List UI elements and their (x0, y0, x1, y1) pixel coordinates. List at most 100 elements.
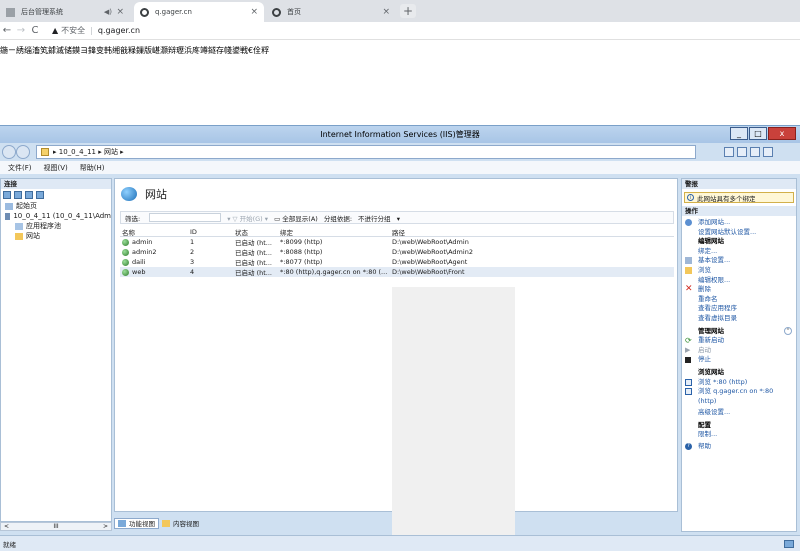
address-bar[interactable]: ▲ 不安全 | q.gager.cn (52, 25, 140, 36)
stop-icon[interactable] (737, 147, 747, 157)
site-path: D:\web\WebRoot\Front (392, 268, 465, 276)
browser-tab-bar: 后台管理系统 ◀) × q.gager.cn × 首页 × + (0, 0, 800, 22)
reload-icon[interactable]: C (28, 25, 42, 36)
table-row[interactable]: admin2 2 已启动 (ht... *:8088 (http) D:\web… (120, 247, 674, 257)
new-tab-button[interactable]: + (400, 4, 416, 18)
forward-button[interactable] (16, 145, 30, 159)
table-row[interactable]: admin 1 已启动 (ht... *:8099 (http) D:\web\… (120, 237, 674, 247)
site-name: admin2 (132, 248, 157, 256)
tree-item-server[interactable]: 10_0_4_11 (10_0_4_11\Adm (5, 211, 111, 221)
restart-icon: ⟳ (685, 336, 692, 346)
iis-window: Internet Information Services (IIS)管理器 _… (0, 125, 800, 551)
home-icon[interactable] (750, 147, 760, 157)
scroll-left-icon[interactable]: < (4, 523, 9, 530)
action-stop[interactable]: 停止 (682, 355, 796, 365)
action-explore[interactable]: 浏览 (682, 266, 796, 276)
tab-content-view[interactable]: 内容视图 (159, 518, 202, 529)
connections-pane: 连接 起始页 10_0_4_11 (10_0_4_11\Adm 应用程序池 网站 (0, 178, 112, 522)
action-limits[interactable]: 限制... (682, 430, 796, 440)
col-path[interactable]: 路径 (392, 227, 512, 237)
site-name: web (132, 268, 146, 276)
col-name[interactable]: 名称 (120, 227, 190, 237)
settings-icon (685, 257, 692, 265)
minimize-button[interactable]: _ (730, 127, 748, 140)
start-filter-button[interactable]: ▾ ▽ 开始(G) ▾ (227, 213, 268, 223)
scroll-thumb[interactable]: III (53, 523, 58, 530)
speaker-icon[interactable]: ◀) (104, 8, 112, 16)
col-binding[interactable]: 绑定 (280, 227, 392, 237)
close-icon[interactable]: × (250, 7, 258, 17)
site-binding: *:8099 (http) (280, 238, 323, 246)
site-globe-icon (122, 268, 129, 276)
up-icon[interactable] (25, 191, 33, 199)
manage-site-header: 管理网站 ⌃ (698, 326, 792, 335)
tree-item-start-page[interactable]: 起始页 (5, 201, 111, 211)
site-status: 已启动 (ht... (235, 239, 272, 247)
breadcrumb[interactable]: ▸ 10_0_4_11 ▸ 网站 ▸ (36, 145, 696, 159)
action-add-site[interactable]: 添加网站... (682, 218, 796, 228)
breadcrumb-sites[interactable]: 网站 (104, 147, 118, 157)
action-rename[interactable]: 重命名 (682, 295, 796, 305)
browse-icon (685, 388, 692, 396)
site-name: admin (132, 238, 153, 246)
site-binding: *:8077 (http) (280, 258, 323, 266)
tree-item-sites[interactable]: 网站 (5, 231, 111, 241)
disconnect-icon[interactable] (36, 191, 44, 199)
action-site-defaults[interactable]: 设置网站默认设置... (682, 228, 796, 238)
add-site-icon (685, 219, 692, 226)
filter-input[interactable] (149, 213, 222, 222)
menu-file[interactable]: 文件(F) (8, 163, 32, 173)
action-edit-permissions[interactable]: 编辑权限... (682, 276, 796, 286)
action-basic-settings[interactable]: 基本设置... (682, 256, 796, 266)
browser-tab-home[interactable]: 首页 × (266, 2, 396, 22)
table-row[interactable]: daili 3 已启动 (ht... *:8077 (http) D:\web\… (120, 257, 674, 267)
tab-features-view[interactable]: 功能视图 (114, 517, 159, 529)
breadcrumb-server[interactable]: 10_0_4_11 (59, 148, 96, 156)
action-help[interactable]: ? 帮助 (682, 442, 796, 452)
site-id: 2 (190, 248, 195, 256)
menu-help[interactable]: 帮助(H) (80, 163, 105, 173)
forward-icon[interactable]: → (14, 25, 28, 36)
action-browse-gager-proto[interactable]: (http) (682, 397, 796, 407)
tree-item-app-pools[interactable]: 应用程序池 (5, 221, 111, 231)
table-header: 名称 ID 状态 绑定 路径 (120, 227, 674, 237)
close-icon[interactable]: × (382, 7, 390, 17)
action-bindings[interactable]: 绑定... (682, 247, 796, 257)
maximize-button[interactable]: □ (749, 127, 767, 140)
tree-label: 应用程序池 (26, 222, 61, 230)
action-browse-80[interactable]: 浏览 *:80 (http) (682, 378, 796, 388)
show-all-button[interactable]: ▭ 全部显示(A) (274, 213, 318, 223)
refresh-icon[interactable] (724, 147, 734, 157)
back-button[interactable] (2, 145, 16, 159)
tab-title: 后台管理系统 (21, 8, 63, 16)
action-browse-gager[interactable]: 浏览 q.gager.cn on *:80 (682, 387, 796, 397)
tab-label: 功能视图 (129, 520, 155, 528)
close-button[interactable]: x (768, 127, 796, 140)
action-advanced-settings[interactable]: 高级设置... (682, 408, 796, 418)
scroll-right-icon[interactable]: > (103, 523, 108, 530)
connect-icon[interactable] (3, 191, 11, 199)
horizontal-scrollbar[interactable]: < III > (0, 522, 112, 531)
help-icon[interactable] (763, 147, 773, 157)
filter-label: 筛选: (125, 214, 141, 223)
save-icon[interactable] (14, 191, 22, 199)
menu-view[interactable]: 视图(V) (44, 163, 68, 173)
browser-tab-gager[interactable]: q.gager.cn × (134, 2, 264, 22)
group-by-label: 分组依据: (323, 214, 353, 223)
col-status[interactable]: 状态 (235, 227, 280, 237)
table-row[interactable]: web 4 已启动 (ht... *:80 (http),q.gager.cn … (120, 267, 674, 277)
col-id[interactable]: ID (190, 228, 235, 236)
action-view-vdirs[interactable]: 查看虚拟目录 (682, 314, 796, 324)
group-by-select[interactable]: 不进行分组 ▾ (358, 213, 400, 223)
action-view-apps[interactable]: 查看应用程序 (682, 304, 796, 314)
collapse-icon[interactable]: ⌃ (784, 326, 792, 335)
action-restart[interactable]: ⟳ 重新启动 (682, 336, 796, 346)
action-start[interactable]: ▶ 启动 (682, 346, 796, 356)
tab-title: 首页 (287, 8, 301, 16)
action-delete[interactable]: ✕ 删除 (682, 285, 796, 295)
close-icon[interactable]: × (116, 7, 124, 17)
divider: | (90, 26, 93, 35)
server-icon (5, 212, 11, 220)
browser-tab-admin[interactable]: 后台管理系统 ◀) × (0, 2, 124, 22)
back-icon[interactable]: ← (0, 25, 14, 36)
